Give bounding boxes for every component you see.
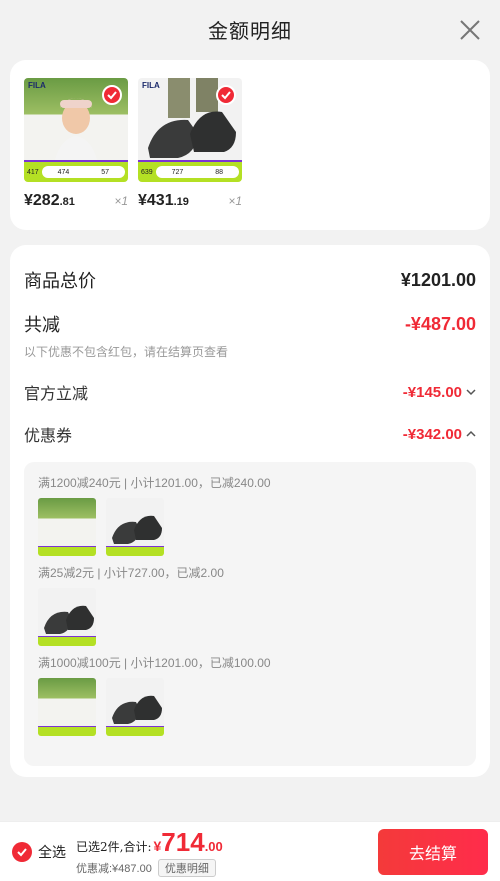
product-thumb: [106, 678, 164, 736]
total-value: ¥1201.00: [400, 269, 476, 290]
product-qty: ×1: [228, 194, 242, 208]
total-price: ¥714.00: [153, 826, 223, 857]
chevron-up-icon[interactable]: [466, 429, 476, 439]
coupon-rule: 满1000减100元 | 小计1201.00，已减100.00: [38, 656, 271, 670]
checkout-button[interactable]: 去结算: [378, 829, 488, 875]
discount-note: 以下优惠不包含红包，请在结算页查看: [24, 345, 229, 359]
product-qty: ×1: [114, 194, 128, 208]
product-list: FILA 417 47457 ¥282.81 ×1 FILA 639 727: [10, 60, 490, 230]
official-discount-row[interactable]: 官方立减 -¥145.00: [24, 378, 476, 406]
coupon-label: 优惠券: [24, 426, 73, 445]
selected-text: 已选2件,合计:: [76, 839, 152, 854]
coupon-rule: 满25减2元 | 小计727.00，已减2.00: [38, 566, 224, 580]
select-all[interactable]: 全选: [12, 841, 66, 862]
discount-label: 共减: [24, 315, 60, 336]
brand-logo: FILA: [28, 81, 46, 90]
coupon-detail: 满1200减240元 | 小计1201.00，已减240.00 满25减2元 |…: [24, 462, 476, 766]
total-label: 商品总价: [24, 271, 96, 292]
official-value: -¥145.00: [402, 383, 462, 401]
price-tag: 639 727 88: [138, 160, 242, 182]
coupon-row[interactable]: 优惠券 -¥342.00: [24, 420, 476, 448]
amount-summary: 商品总价 ¥1201.00 共减 -¥487.00 以下优惠不包含红包，请在结算…: [10, 245, 490, 777]
product-price: ¥282.81: [24, 192, 75, 209]
product-item[interactable]: FILA 417 474 57 ¥282.81 ×1: [24, 78, 128, 212]
discount-detail-button[interactable]: 优惠明细: [157, 858, 216, 877]
official-label: 官方立减: [24, 384, 89, 403]
discount-text: 优惠减:¥487.00: [76, 862, 152, 875]
discount-value: -¥487.00: [404, 313, 476, 334]
product-image: FILA 417 474 57: [24, 78, 128, 182]
page-title: 金额明细: [208, 18, 292, 43]
product-price: ¥431.19: [138, 192, 189, 209]
coupon-rule: 满1200减240元 | 小计1201.00，已减240.00: [38, 476, 271, 490]
product-image: FILA 639 727 88: [138, 78, 242, 182]
brand-logo: FILA: [142, 81, 160, 90]
product-thumb: [38, 678, 96, 736]
checkout-bar: 全选 已选2件,合计: ¥714.00 优惠减:¥487.00 优惠明细 去结算: [0, 821, 500, 881]
check-icon[interactable]: [216, 85, 236, 105]
select-all-label: 全选: [38, 844, 66, 861]
price-tag: 417 474 57: [24, 160, 128, 182]
product-thumb: [38, 498, 96, 556]
check-icon[interactable]: [12, 841, 32, 862]
modal-header: 金额明细: [0, 0, 500, 58]
chevron-down-icon[interactable]: [466, 387, 476, 397]
product-item[interactable]: FILA 639 727 88 ¥431.19 ×1: [138, 78, 242, 212]
product-thumb: [38, 588, 96, 646]
check-icon[interactable]: [102, 85, 122, 105]
close-icon[interactable]: [458, 18, 482, 42]
product-thumb: [106, 498, 164, 556]
coupon-value: -¥342.00: [402, 425, 462, 443]
total-summary: 已选2件,合计: ¥714.00 优惠减:¥487.00 优惠明细: [76, 827, 223, 877]
